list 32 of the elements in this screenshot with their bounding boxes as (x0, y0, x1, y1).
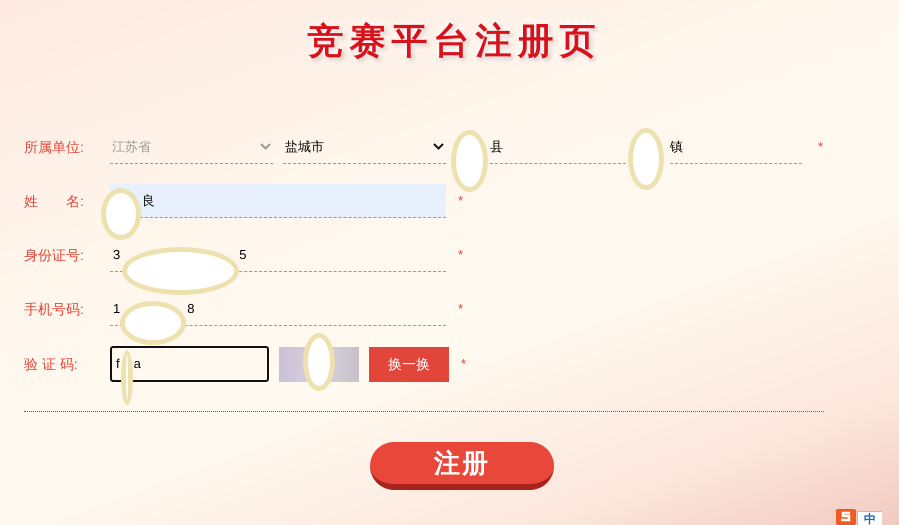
register-button[interactable]: 注册 (370, 442, 554, 490)
field-value: 良 (142, 192, 155, 210)
field-label: 所属单位: (24, 138, 85, 156)
refresh-captcha-button[interactable]: 换一换 (369, 346, 449, 382)
ime-logo-icon (835, 507, 857, 525)
field-value: 5 (239, 246, 246, 264)
select-field[interactable]: 盐城市 (283, 130, 446, 164)
field-value: 3 (113, 246, 120, 264)
field-value: 8 (187, 300, 194, 318)
chevron-down-icon (433, 143, 444, 150)
input-field[interactable]: 县 (490, 130, 626, 164)
input-field[interactable]: 良 (110, 184, 446, 218)
field-value: a (134, 355, 141, 374)
required-mark: * (458, 246, 464, 264)
captcha-input[interactable]: f a (110, 346, 269, 382)
ime-mode: 中 (857, 511, 882, 525)
field-label: 身份证号: (24, 246, 85, 264)
field-label: 手机号码: (24, 300, 85, 318)
required-mark: * (818, 138, 824, 156)
field-value: f (116, 355, 120, 374)
chevron-down-icon (260, 143, 271, 150)
field-label: 姓 名: (24, 192, 85, 210)
field-label: 验 证 码: (24, 354, 79, 374)
field-value: 1 (113, 300, 120, 318)
required-mark: * (458, 192, 464, 210)
field-value: 县 (490, 138, 503, 156)
ime-toolbar[interactable]: 中 (835, 507, 899, 525)
page-title: 竞赛平台注册页 (308, 19, 602, 64)
required-mark: * (458, 300, 464, 318)
field-value: 镇 (670, 138, 683, 156)
input-field[interactable]: 镇 (670, 130, 802, 164)
required-mark: * (461, 355, 466, 374)
